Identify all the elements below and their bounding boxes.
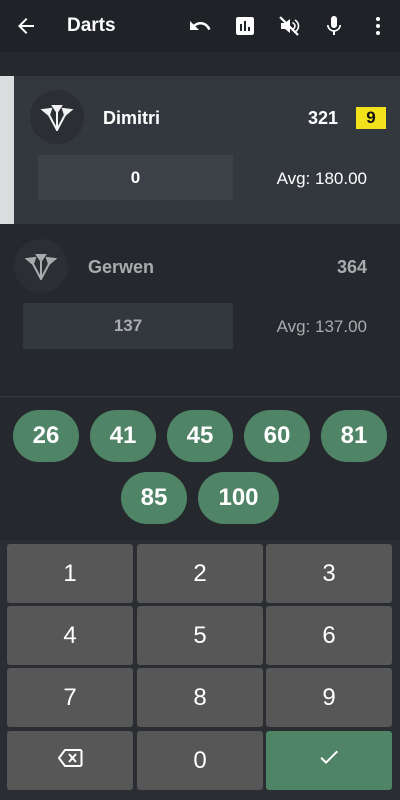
darts-thrown-badge: 9: [356, 107, 386, 129]
quick-score-81[interactable]: 81: [321, 410, 387, 462]
current-score-input[interactable]: 137: [23, 303, 233, 349]
quick-score-41[interactable]: 41: [90, 410, 156, 462]
active-player-indicator: [0, 76, 14, 224]
microphone-icon[interactable]: [322, 14, 346, 38]
darts-avatar-icon: [14, 239, 68, 293]
key-4[interactable]: 4: [7, 606, 133, 665]
divider: [0, 396, 400, 397]
quick-score-45[interactable]: 45: [167, 410, 233, 462]
confirm-button[interactable]: [266, 731, 392, 790]
player-average: Avg: 137.00: [276, 317, 367, 336]
key-2[interactable]: 2: [137, 544, 263, 603]
key-3[interactable]: 3: [266, 544, 392, 603]
key-5[interactable]: 5: [137, 606, 263, 665]
speaker-off-icon[interactable]: [277, 14, 301, 38]
stats-icon[interactable]: [233, 14, 257, 38]
player-score: 321: [307, 108, 338, 128]
current-score-input[interactable]: 0: [38, 155, 233, 200]
player-name: Dimitri: [103, 108, 161, 128]
current-score-value: 0: [130, 167, 141, 187]
key-8[interactable]: 8: [137, 668, 263, 727]
player-average: Avg: 180.00: [276, 169, 367, 188]
app-bar: Darts: [0, 0, 400, 52]
quick-score-60[interactable]: 60: [244, 410, 310, 462]
key-9[interactable]: 9: [266, 668, 392, 727]
more-vert-icon[interactable]: [366, 14, 390, 38]
quick-score-100[interactable]: 100: [198, 472, 279, 524]
quick-score-85[interactable]: 85: [121, 472, 187, 524]
back-arrow-icon[interactable]: [14, 14, 38, 38]
app-title: Darts: [67, 15, 116, 36]
key-1[interactable]: 1: [7, 544, 133, 603]
key-7[interactable]: 7: [7, 668, 133, 727]
player-score: 364: [336, 257, 367, 277]
check-icon: [317, 745, 341, 776]
key-0[interactable]: 0: [137, 731, 263, 790]
darts-avatar-icon: [30, 90, 84, 144]
quick-score-26[interactable]: 26: [13, 410, 79, 462]
player-name: Gerwen: [88, 257, 155, 277]
backspace-icon: [57, 747, 83, 775]
current-score-value: 137: [113, 316, 143, 335]
undo-icon[interactable]: [188, 14, 212, 38]
backspace-button[interactable]: [7, 731, 133, 790]
key-6[interactable]: 6: [266, 606, 392, 665]
